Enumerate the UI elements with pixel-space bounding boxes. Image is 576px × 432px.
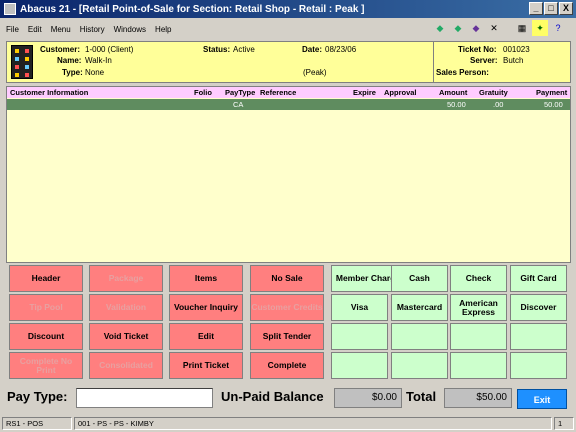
- empty-tender-button[interactable]: [450, 323, 507, 350]
- date-label: Date:: [302, 45, 323, 54]
- consolidated-button[interactable]: Consolidated: [89, 352, 163, 379]
- complete-no-print-button[interactable]: Complete No Print: [9, 352, 83, 379]
- validation-button[interactable]: Validation: [89, 294, 163, 321]
- name-label: Name:: [57, 56, 82, 65]
- cash-button[interactable]: Cash: [391, 265, 448, 292]
- empty-tender-button[interactable]: [331, 323, 388, 350]
- mastercard-button[interactable]: Mastercard: [391, 294, 448, 321]
- check-button[interactable]: Check: [450, 265, 507, 292]
- menu-help[interactable]: Help: [155, 25, 171, 34]
- tool-icon[interactable]: ✕: [486, 20, 502, 36]
- total-label: Total: [406, 389, 437, 404]
- total-value: $50.00: [444, 388, 512, 408]
- grid-header: Customer Information Folio PayType Refer…: [7, 87, 570, 98]
- unpaid-balance-label: Un-Paid Balance: [221, 389, 324, 404]
- ticket-label: Ticket No:: [458, 45, 497, 54]
- ticket-header: Customer: 1-000 (Client) Name: Walk-In T…: [6, 41, 571, 83]
- package-button[interactable]: Package: [89, 265, 163, 292]
- menu-menu[interactable]: Menu: [51, 25, 71, 34]
- table-row[interactable]: CA 50.00 .00 50.00: [7, 99, 570, 110]
- menu-windows[interactable]: Windows: [114, 25, 146, 34]
- ticket-value: 001023: [503, 45, 530, 54]
- arrow-right-icon[interactable]: ◆: [450, 20, 466, 36]
- arrow-left-icon[interactable]: ◆: [432, 20, 448, 36]
- status-station: RS1 - POS: [2, 417, 72, 430]
- no-sale-button[interactable]: No Sale: [250, 265, 324, 292]
- split-tender-button[interactable]: Split Tender: [250, 323, 324, 350]
- empty-tender-button[interactable]: [510, 323, 567, 350]
- customer-credits-button[interactable]: Customer Credits: [250, 294, 324, 321]
- cell-payment: 50.00: [544, 100, 563, 109]
- col-folio[interactable]: Folio: [194, 88, 212, 97]
- customer-value: 1-000 (Client): [85, 45, 134, 54]
- empty-tender-button[interactable]: [331, 352, 388, 379]
- payments-grid[interactable]: Customer Information Folio PayType Refer…: [6, 86, 571, 263]
- col-paytype[interactable]: PayType: [225, 88, 255, 97]
- status-bar: RS1 - POS 001 - PS - PS - KIMBY 1: [0, 416, 576, 432]
- empty-tender-button[interactable]: [391, 352, 448, 379]
- cell-gratuity: .00: [493, 100, 504, 109]
- edit-button[interactable]: Edit: [169, 323, 243, 350]
- type-label: Type:: [62, 68, 83, 77]
- toolbar: ◆ ◆ ◆ ✕ ▦ ✦ ?: [432, 20, 566, 38]
- american-express-button[interactable]: American Express: [450, 294, 507, 321]
- name-value: Walk-In: [85, 56, 112, 65]
- minimize-button[interactable]: _: [529, 2, 543, 15]
- empty-tender-button[interactable]: [450, 352, 507, 379]
- salesperson-label: Sales Person:: [436, 68, 489, 77]
- discount-button[interactable]: Discount: [9, 323, 83, 350]
- period-value: (Peak): [303, 68, 327, 77]
- exit-button[interactable]: Exit: [517, 389, 567, 409]
- discover-button[interactable]: Discover: [510, 294, 567, 321]
- totals-bar: Pay Type: Un-Paid Balance $0.00 Total $5…: [0, 384, 576, 412]
- print-ticket-button[interactable]: Print Ticket: [169, 352, 243, 379]
- status-value: Active: [233, 45, 255, 54]
- close-button[interactable]: X: [559, 2, 573, 15]
- tip-pool-button[interactable]: Tip Pool: [9, 294, 83, 321]
- logo-icon: [11, 45, 33, 79]
- empty-tender-button[interactable]: [510, 352, 567, 379]
- menu-history[interactable]: History: [80, 25, 105, 34]
- items-button[interactable]: Items: [169, 265, 243, 292]
- cell-amount: 50.00: [447, 100, 466, 109]
- gem-icon[interactable]: ◆: [468, 20, 484, 36]
- col-payment[interactable]: Payment: [536, 88, 567, 97]
- gift-card-button[interactable]: Gift Card: [510, 265, 567, 292]
- header-button[interactable]: Header: [9, 265, 83, 292]
- visa-button[interactable]: Visa: [331, 294, 388, 321]
- status-user: 001 - PS - PS - KIMBY: [74, 417, 552, 430]
- unpaid-balance-value: $0.00: [334, 388, 402, 408]
- col-reference[interactable]: Reference: [260, 88, 296, 97]
- runner-icon[interactable]: ✦: [532, 20, 548, 36]
- col-gratuity[interactable]: Gratuity: [479, 88, 508, 97]
- date-value: 08/23/06: [325, 45, 357, 54]
- app-icon: [4, 3, 16, 15]
- col-customer-information[interactable]: Customer Information: [10, 88, 88, 97]
- col-amount[interactable]: Amount: [439, 88, 467, 97]
- title-bar: Abacus 21 - [Retail Point-of-Sale for Se…: [0, 0, 576, 18]
- calculator-icon[interactable]: ▦: [514, 20, 530, 36]
- status-page: 1: [554, 417, 574, 430]
- server-value: Butch: [503, 56, 524, 65]
- voucher-inquiry-button[interactable]: Voucher Inquiry: [169, 294, 243, 321]
- help-icon[interactable]: ?: [550, 20, 566, 36]
- server-label: Server:: [470, 56, 498, 65]
- pay-type-label: Pay Type:: [7, 389, 68, 404]
- pay-type-input[interactable]: [76, 388, 213, 408]
- maximize-button[interactable]: □: [544, 2, 558, 15]
- customer-label: Customer:: [40, 45, 81, 54]
- status-label: Status:: [203, 45, 231, 54]
- cell-paytype: CA: [233, 100, 244, 109]
- window-title: Abacus 21 - [Retail Point-of-Sale for Se…: [20, 3, 365, 15]
- menu-edit[interactable]: Edit: [28, 25, 42, 34]
- empty-tender-button[interactable]: [391, 323, 448, 350]
- col-expire[interactable]: Expire: [353, 88, 376, 97]
- void-ticket-button[interactable]: Void Ticket: [89, 323, 163, 350]
- col-approval[interactable]: Approval: [384, 88, 417, 97]
- type-value: None: [85, 68, 105, 77]
- complete-button[interactable]: Complete: [250, 352, 324, 379]
- menu-file[interactable]: File: [6, 25, 19, 34]
